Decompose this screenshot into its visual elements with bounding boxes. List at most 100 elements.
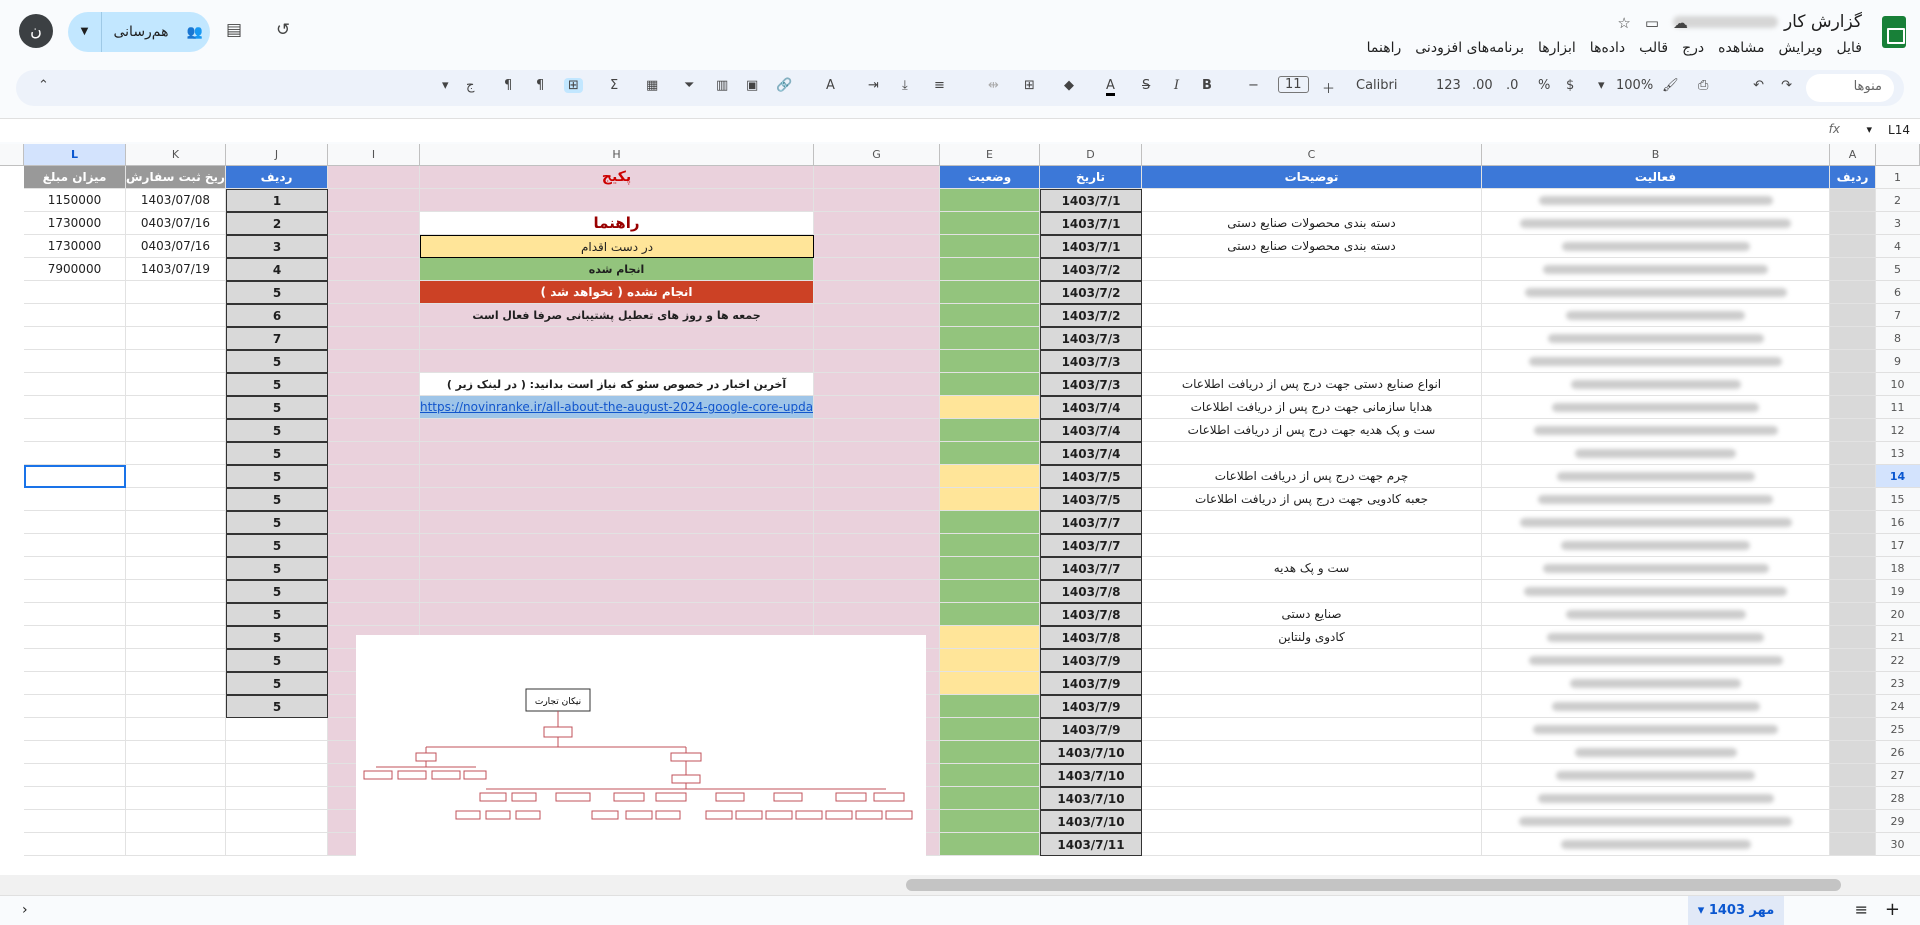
- row-header-16[interactable]: 16: [1874, 511, 1920, 534]
- column-header-e[interactable]: E: [940, 144, 1040, 166]
- order-amount[interactable]: [24, 281, 126, 304]
- description-cell[interactable]: [1142, 442, 1482, 465]
- cell-g[interactable]: [814, 235, 940, 258]
- column-header-l[interactable]: L: [24, 144, 126, 166]
- name-box-chevron-icon[interactable]: ▾: [1866, 123, 1872, 136]
- text-color-icon[interactable]: A: [1106, 78, 1115, 96]
- cell-j[interactable]: [226, 764, 328, 787]
- cell-j[interactable]: [226, 741, 328, 764]
- description-cell[interactable]: [1142, 810, 1482, 833]
- cell-h[interactable]: [420, 603, 814, 626]
- row-header-24[interactable]: 24: [1874, 695, 1920, 718]
- activity-cell[interactable]: [1482, 189, 1830, 212]
- description-cell[interactable]: انواع صنایع دستی جهت درج پس از دریافت اط…: [1142, 373, 1482, 396]
- guide-cell[interactable]: [420, 189, 814, 212]
- sheets-logo-icon[interactable]: [1882, 16, 1906, 48]
- menu-tools[interactable]: ابزارها: [1538, 40, 1576, 56]
- order-date[interactable]: 1403/07/08: [126, 189, 226, 212]
- move-folder-icon[interactable]: ▭: [1645, 14, 1659, 32]
- paint-format-icon[interactable]: 🖌: [1662, 78, 1679, 93]
- menu-search-input[interactable]: منوها: [1806, 74, 1894, 102]
- collapse-toolbar-icon[interactable]: ⌃: [38, 78, 49, 93]
- description-cell[interactable]: [1142, 764, 1482, 787]
- status-cell[interactable]: [940, 373, 1040, 396]
- header-k[interactable]: تاریخ ثبت سفارش: [126, 166, 226, 189]
- comment-icon[interactable]: ▤: [226, 20, 242, 40]
- description-cell[interactable]: دسته بندی محصولات صنایع دستی: [1142, 212, 1482, 235]
- cell-a[interactable]: [1830, 580, 1876, 603]
- input-tools-icon[interactable]: ج: [466, 78, 474, 93]
- order-index[interactable]: 7: [226, 327, 328, 350]
- status-cell[interactable]: [940, 833, 1040, 856]
- share-button[interactable]: ▼ هم‌رسانی 👥: [68, 12, 210, 52]
- order-amount[interactable]: [24, 442, 126, 465]
- cell-l[interactable]: [24, 833, 126, 856]
- zoom-select[interactable]: 100%: [1616, 78, 1653, 93]
- status-cell[interactable]: [940, 281, 1040, 304]
- status-cell[interactable]: [940, 810, 1040, 833]
- status-cell[interactable]: [940, 787, 1040, 810]
- percent-format[interactable]: %: [1538, 78, 1550, 93]
- activity-cell[interactable]: [1482, 695, 1830, 718]
- date-cell[interactable]: 1403/7/10: [1040, 810, 1142, 833]
- status-cell[interactable]: [940, 396, 1040, 419]
- cell-k[interactable]: [126, 833, 226, 856]
- row-header-7[interactable]: 7: [1874, 304, 1920, 327]
- status-cell[interactable]: [940, 511, 1040, 534]
- star-icon[interactable]: ☆: [1617, 14, 1630, 32]
- text-wrap-icon[interactable]: ⇥: [868, 78, 879, 93]
- cell-l[interactable]: [24, 741, 126, 764]
- cell-i[interactable]: [328, 350, 420, 373]
- cell-l[interactable]: [24, 787, 126, 810]
- header-a[interactable]: ردیف: [1830, 166, 1876, 189]
- order-index[interactable]: 5: [226, 534, 328, 557]
- cell-a[interactable]: [1830, 258, 1876, 281]
- avatar[interactable]: ن: [19, 14, 53, 48]
- status-cell[interactable]: [940, 649, 1040, 672]
- text-rotation-icon[interactable]: A: [826, 78, 835, 93]
- cell-a[interactable]: [1830, 626, 1876, 649]
- date-cell[interactable]: 1403/7/4: [1040, 442, 1142, 465]
- order-amount[interactable]: 1150000: [24, 189, 126, 212]
- cloud-status-icon[interactable]: ☁: [1673, 14, 1688, 32]
- date-cell[interactable]: 1403/7/9: [1040, 672, 1142, 695]
- order-index[interactable]: 5: [226, 465, 328, 488]
- description-cell[interactable]: [1142, 695, 1482, 718]
- column-header-h[interactable]: H: [420, 144, 814, 166]
- cell-g[interactable]: [814, 258, 940, 281]
- order-date[interactable]: [126, 327, 226, 350]
- cell-k[interactable]: [126, 764, 226, 787]
- activity-cell[interactable]: [1482, 557, 1830, 580]
- order-date[interactable]: [126, 396, 226, 419]
- cell-g[interactable]: [814, 557, 940, 580]
- activity-cell[interactable]: [1482, 465, 1830, 488]
- insert-link-icon[interactable]: 🔗: [776, 78, 792, 93]
- description-cell[interactable]: [1142, 833, 1482, 856]
- status-cell[interactable]: [940, 741, 1040, 764]
- cell-a[interactable]: [1830, 442, 1876, 465]
- cell-i[interactable]: [328, 189, 420, 212]
- freeze-table-icon[interactable]: ⊞: [564, 78, 583, 93]
- strikethrough-icon[interactable]: S: [1142, 78, 1150, 93]
- cell-a[interactable]: [1830, 810, 1876, 833]
- guide-cell[interactable]: پکیج: [420, 166, 814, 189]
- cell-a[interactable]: [1830, 327, 1876, 350]
- menu-help[interactable]: راهنما: [1367, 40, 1402, 56]
- activity-cell[interactable]: [1482, 281, 1830, 304]
- cell-i[interactable]: [328, 166, 420, 189]
- row-header-15[interactable]: 15: [1874, 488, 1920, 511]
- cell-a[interactable]: [1830, 695, 1876, 718]
- activity-cell[interactable]: [1482, 672, 1830, 695]
- row-header-4[interactable]: 4: [1874, 235, 1920, 258]
- cell-a[interactable]: [1830, 465, 1876, 488]
- row-header-17[interactable]: 17: [1874, 534, 1920, 557]
- description-cell[interactable]: [1142, 718, 1482, 741]
- cell-i[interactable]: [328, 212, 420, 235]
- date-cell[interactable]: 1403/7/9: [1040, 718, 1142, 741]
- order-date[interactable]: [126, 465, 226, 488]
- cell-a[interactable]: [1830, 557, 1876, 580]
- status-cell[interactable]: [940, 534, 1040, 557]
- order-date[interactable]: [126, 350, 226, 373]
- cell-i[interactable]: [328, 304, 420, 327]
- order-date[interactable]: [126, 649, 226, 672]
